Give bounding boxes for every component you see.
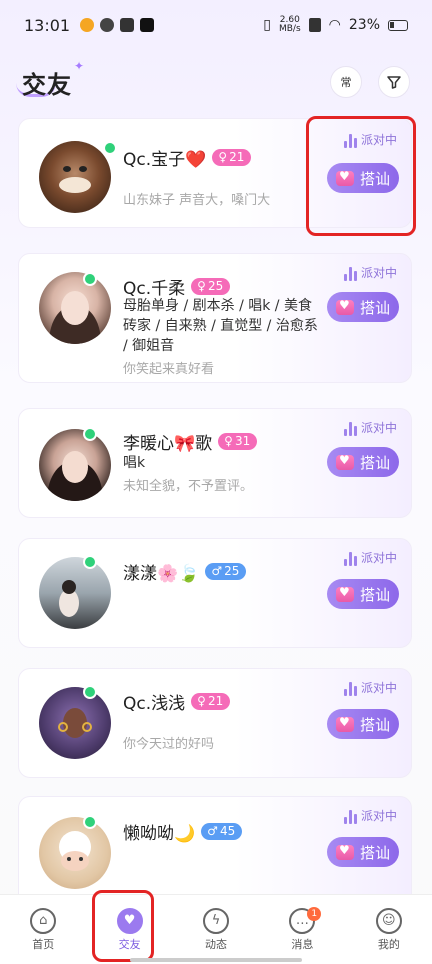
- battery-icon: [388, 19, 408, 31]
- chat-up-label: 搭讪: [359, 715, 390, 734]
- app-link-icon: [100, 18, 115, 32]
- frequent-label: 常: [340, 76, 352, 89]
- party-bars-icon: [343, 682, 357, 696]
- online-indicator: [83, 555, 97, 569]
- battery-level: 23%: [348, 17, 380, 33]
- avatar[interactable]: [39, 272, 111, 344]
- status-bar: 13:01 ▯ 2.60 MB/s ◠ 23%: [0, 0, 432, 50]
- online-indicator: [103, 141, 117, 155]
- nav-messages-label: 消息: [291, 937, 314, 951]
- nav-me[interactable]: ☺ 我的: [346, 895, 432, 964]
- user-bio: 未知全貌，不予置评。: [123, 479, 254, 494]
- lightning-icon: ϟ: [203, 907, 230, 934]
- online-indicator: [83, 272, 97, 286]
- user-bio: 你笑起来真好看: [123, 362, 215, 377]
- party-bars-icon: [343, 552, 357, 566]
- weibo-icon: [80, 18, 95, 32]
- heart-icon: [335, 453, 354, 470]
- chat-up-label: 搭讪: [359, 585, 390, 604]
- nav-me-label: 我的: [377, 937, 400, 951]
- chat-up-button[interactable]: 搭讪: [327, 837, 399, 867]
- net-speed: 2.60 MB/s: [278, 15, 301, 34]
- user-card[interactable]: Qc.千柔 ♀ 25 母胎单身 / 剧本杀 / 唱k / 美食砖家 / 自来熟 /…: [18, 253, 412, 383]
- sparkle-icon: ✦: [74, 58, 86, 73]
- party-status: 派对中: [343, 679, 397, 696]
- user-card[interactable]: 漾漾🌸🍃 ♂25 派对中 搭讪: [18, 538, 412, 648]
- filter-icon: [387, 76, 401, 89]
- user-tags: 唱k: [123, 455, 146, 471]
- gender-age-badge: ♂ 25: [205, 563, 247, 580]
- avatar[interactable]: [39, 687, 111, 759]
- heart-icon: [335, 843, 354, 860]
- nav-moments[interactable]: ϟ 动态: [173, 895, 259, 964]
- bottom-nav: ⌂ 首页 ♥ 交友 ϟ 动态 … 1 消息 ☺ 我的: [0, 894, 432, 964]
- nav-home-label: 首页: [32, 937, 55, 951]
- gender-age-badge: ♂ 45: [201, 823, 243, 840]
- filter-button[interactable]: [378, 66, 410, 98]
- gender-age-badge: ♀ 21: [212, 149, 252, 166]
- user-card[interactable]: Qc.浅浅 ♀21 你今天过的好吗 派对中 搭讪: [18, 668, 412, 778]
- profile-icon: ☺: [375, 907, 402, 934]
- unread-badge: 1: [307, 907, 322, 921]
- user-name: Qc.宝子❤️: [123, 150, 207, 170]
- avatar[interactable]: [39, 817, 111, 889]
- party-bars-icon: [343, 422, 357, 436]
- heart-icon: [335, 715, 354, 732]
- user-bio: 山东妹子 声音大，嗓门大: [123, 193, 271, 208]
- heart-icon: [335, 585, 354, 602]
- user-name: 漾漾🌸🍃: [123, 564, 200, 584]
- party-status: 派对中: [343, 264, 397, 281]
- chat-up-button[interactable]: 搭讪: [327, 292, 399, 322]
- chat-up-label: 搭讪: [359, 298, 390, 317]
- status-time: 13:01: [24, 15, 71, 35]
- mail-icon: [120, 18, 135, 32]
- avatar[interactable]: [39, 429, 111, 501]
- party-bars-icon: [343, 810, 357, 824]
- avatar[interactable]: [39, 141, 111, 213]
- home-icon: ⌂: [30, 907, 57, 934]
- party-status: 派对中: [343, 807, 397, 824]
- frequent-button[interactable]: 常: [330, 66, 362, 98]
- user-name: Qc.浅浅: [123, 694, 186, 714]
- highlight-box-nav: [92, 890, 154, 962]
- user-tags: 母胎单身 / 剧本杀 / 唱k / 美食砖家 / 自来熟 / 直觉型 / 治愈系…: [123, 298, 318, 354]
- heart-icon: [335, 298, 354, 315]
- page-title-wrap: 交友 ✦: [16, 59, 84, 100]
- sim-off-icon: [308, 18, 321, 32]
- user-name: 李暖心🎀歌: [123, 434, 213, 454]
- gender-age-badge: ♀ 25: [191, 278, 231, 295]
- party-status: 派对中: [343, 419, 397, 436]
- highlight-box-party-action: [306, 116, 416, 236]
- user-card[interactable]: 懒呦呦🌙 ♂45 派对中 搭讪: [18, 796, 412, 906]
- user-card[interactable]: 李暖心🎀歌 ♀31 唱k 未知全貌，不予置评。 派对中 搭讪: [18, 408, 412, 518]
- chat-up-button[interactable]: 搭讪: [327, 579, 399, 609]
- online-indicator: [83, 685, 97, 699]
- chat-up-label: 搭讪: [359, 843, 390, 862]
- user-name: 懒呦呦🌙: [123, 824, 196, 844]
- party-status: 派对中: [343, 549, 397, 566]
- user-bio: 你今天过的好吗: [123, 737, 215, 752]
- online-indicator: [83, 427, 97, 441]
- chat-up-button[interactable]: 搭讪: [327, 447, 399, 477]
- page-header: 交友 ✦ 常: [0, 59, 432, 104]
- nav-home[interactable]: ⌂ 首页: [0, 895, 86, 964]
- gender-age-badge: ♀ 31: [218, 433, 258, 450]
- gender-age-badge: ♀ 21: [191, 693, 231, 710]
- chat-up-label: 搭讪: [359, 453, 390, 472]
- chat-up-button[interactable]: 搭讪: [327, 709, 399, 739]
- avatar[interactable]: [39, 557, 111, 629]
- tiktok-icon: [140, 18, 155, 32]
- vibrate-icon: ▯: [263, 17, 271, 33]
- home-indicator: [130, 958, 302, 962]
- nav-messages[interactable]: … 1 消息: [259, 895, 345, 964]
- nav-moments-label: 动态: [205, 937, 228, 951]
- online-indicator: [83, 815, 97, 829]
- party-bars-icon: [343, 267, 357, 281]
- page-title: 交友: [22, 70, 72, 99]
- wifi-icon: ◠: [328, 17, 341, 33]
